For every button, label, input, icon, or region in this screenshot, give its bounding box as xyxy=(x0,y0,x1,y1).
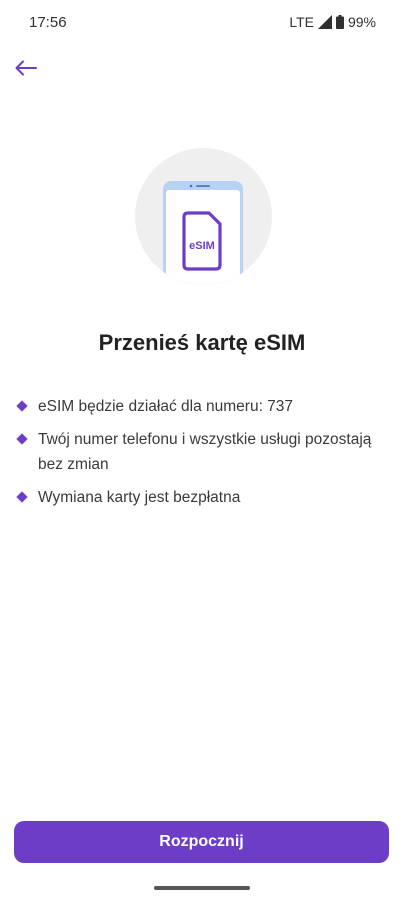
list-item-text: Twój numer telefonu i wszystkie usługi p… xyxy=(38,431,372,473)
back-button[interactable] xyxy=(10,56,42,84)
status-indicators: LTE 99% xyxy=(289,14,376,30)
diamond-bullet-icon xyxy=(16,491,28,503)
list-item-text: eSIM będzie działać dla numeru: 737 xyxy=(38,398,294,415)
diamond-bullet-icon xyxy=(16,400,28,412)
diamond-bullet-icon xyxy=(16,433,28,445)
hero-illustration: eSIM xyxy=(135,148,272,285)
battery-icon xyxy=(335,15,344,29)
feature-list: eSIM będzie działać dla numeru: 737 Twój… xyxy=(16,396,376,520)
status-bar: 17:56 LTE 99% xyxy=(0,0,404,44)
list-item-text: Wymiana karty jest bezpłatna xyxy=(38,489,241,506)
arrow-left-icon xyxy=(15,60,37,81)
signal-icon xyxy=(317,15,332,29)
start-button[interactable]: Rozpocznij xyxy=(14,821,389,863)
home-indicator[interactable] xyxy=(154,886,250,890)
list-item: eSIM będzie działać dla numeru: 737 xyxy=(16,396,376,419)
page-title: Przenieś kartę eSIM xyxy=(98,330,306,355)
battery-percent: 99% xyxy=(347,14,376,30)
list-item: Twój numer telefonu i wszystkie usługi p… xyxy=(16,429,376,477)
status-time: 17:56 xyxy=(29,14,67,31)
list-item: Wymiana karty jest bezpłatna xyxy=(16,487,376,510)
network-type: LTE xyxy=(289,14,314,30)
esim-card-icon: eSIM xyxy=(182,211,222,271)
esim-label: eSIM xyxy=(189,240,215,252)
